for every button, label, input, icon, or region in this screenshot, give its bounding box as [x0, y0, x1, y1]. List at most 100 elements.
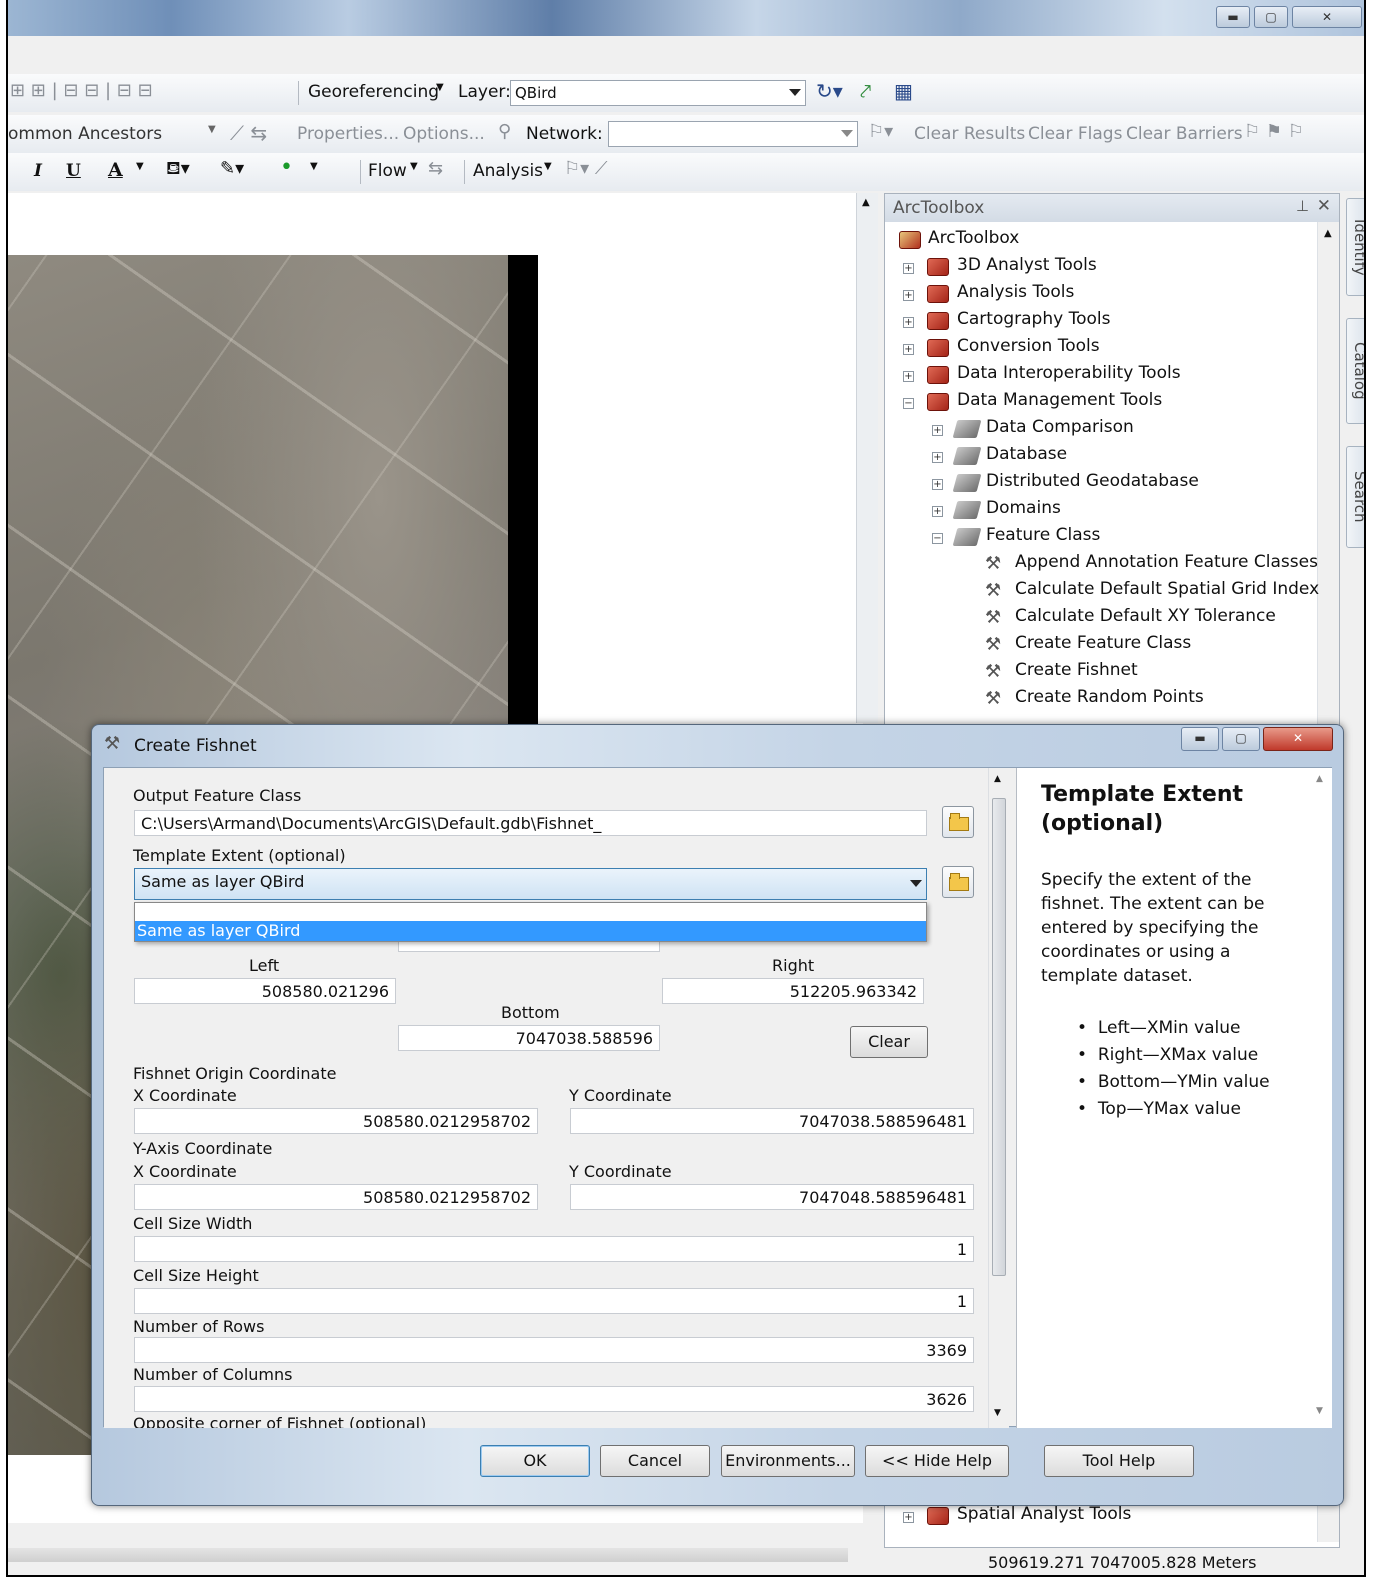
- folder-open-icon[interactable]: [942, 806, 974, 838]
- toolbox-spatial-analyst[interactable]: Spatial Analyst Tools: [957, 1504, 1131, 1524]
- scroll-up-icon[interactable]: ▲: [862, 197, 870, 208]
- tool-append-annotation[interactable]: Append Annotation Feature Classes: [1015, 552, 1318, 572]
- toolbox-conversion[interactable]: Conversion Tools: [957, 336, 1100, 356]
- tool-create-feature-class[interactable]: Create Feature Class: [1015, 633, 1191, 653]
- flag-icon[interactable]: ⚲: [498, 121, 511, 142]
- network-select[interactable]: [608, 121, 858, 147]
- scroll-up-icon[interactable]: ▲: [1324, 228, 1332, 239]
- maximize-button[interactable]: ▢: [1222, 727, 1260, 751]
- maximize-button[interactable]: ▢: [1254, 6, 1288, 28]
- minimize-button[interactable]: ▬: [1181, 727, 1219, 751]
- cancel-button[interactable]: Cancel: [600, 1445, 710, 1477]
- analysis-tools-icon[interactable]: ⚐▾ ⟋: [564, 158, 608, 179]
- expand-icon[interactable]: +: [903, 371, 914, 382]
- clear-extent-button[interactable]: Clear: [850, 1026, 928, 1058]
- collapse-icon[interactable]: −: [903, 398, 914, 409]
- folder-open-icon[interactable]: [942, 866, 974, 898]
- flow-arrows-icon[interactable]: ⇆: [428, 158, 443, 179]
- toolset-database[interactable]: Database: [986, 444, 1067, 464]
- tool-create-random-points[interactable]: Create Random Points: [1015, 687, 1204, 707]
- flow-menu[interactable]: Flow: [368, 161, 407, 181]
- grid-icons[interactable]: ⊞ ⊞ | ⊟ ⊟ | ⊟ ⊟: [10, 80, 153, 101]
- toolbox-analysis[interactable]: Analysis Tools: [957, 282, 1074, 302]
- toolset-feature-class[interactable]: Feature Class: [986, 525, 1100, 545]
- font-color-button[interactable]: A: [108, 159, 123, 181]
- map-scrollbar[interactable]: ▲: [856, 193, 878, 723]
- left-input[interactable]: 508580.021296: [134, 978, 396, 1004]
- yaxis-y-input[interactable]: 7047048.588596481: [570, 1184, 974, 1210]
- expand-icon[interactable]: +: [903, 317, 914, 328]
- trace-icon[interactable]: ⚐▾: [868, 121, 893, 142]
- fill-color-icon[interactable]: ⛾▾: [166, 158, 190, 182]
- pin-icon[interactable]: ⊥: [1296, 197, 1309, 215]
- toolset-data-comparison[interactable]: Data Comparison: [986, 417, 1134, 437]
- dropdown-option[interactable]: Same as layer QBird: [135, 921, 926, 941]
- toolset-distributed-geodatabase[interactable]: Distributed Geodatabase: [986, 471, 1199, 491]
- toolbox-3d-analyst[interactable]: 3D Analyst Tools: [957, 255, 1097, 275]
- search-tab[interactable]: Search: [1346, 446, 1364, 548]
- catalog-tab[interactable]: Catalog: [1346, 318, 1364, 424]
- tool-calc-spatial-grid[interactable]: Calculate Default Spatial Grid Index: [1015, 579, 1319, 599]
- number-of-rows-input[interactable]: 3369: [134, 1337, 974, 1363]
- layer-select[interactable]: QBird: [510, 80, 806, 106]
- georeferencing-menu[interactable]: Georeferencing: [308, 82, 439, 102]
- close-icon[interactable]: ✕: [1317, 196, 1331, 216]
- toolbox-data-interoperability[interactable]: Data Interoperability Tools: [957, 363, 1181, 383]
- origin-x-input[interactable]: 508580.0212958702: [134, 1108, 538, 1134]
- expand-icon[interactable]: +: [932, 425, 943, 436]
- scroll-up-icon[interactable]: ▲: [1316, 774, 1323, 784]
- common-ancestors-label[interactable]: ommon Ancestors: [8, 124, 162, 144]
- solve-icon[interactable]: ⚐ ⚑ ⚐: [1244, 121, 1304, 142]
- toolset-domains[interactable]: Domains: [986, 498, 1061, 518]
- cell-size-height-input[interactable]: 1: [134, 1288, 974, 1314]
- collapse-icon[interactable]: −: [932, 533, 943, 544]
- tool-create-fishnet[interactable]: Create Fishnet: [1015, 660, 1138, 680]
- expand-icon[interactable]: +: [903, 263, 914, 274]
- toolbox-data-management[interactable]: Data Management Tools: [957, 390, 1162, 410]
- help-scrollbar[interactable]: ▲ ▼: [1311, 768, 1331, 1426]
- tool-help-button[interactable]: Tool Help: [1044, 1445, 1194, 1477]
- clear-flags-button[interactable]: Clear Flags: [1028, 124, 1122, 144]
- origin-y-input[interactable]: 7047038.588596481: [570, 1108, 974, 1134]
- expand-icon[interactable]: +: [932, 479, 943, 490]
- expand-icon[interactable]: +: [932, 506, 943, 517]
- link-table-icon[interactable]: ▦: [894, 79, 913, 103]
- clear-barriers-button[interactable]: Clear Barriers: [1126, 124, 1243, 144]
- right-input[interactable]: 512205.963342: [662, 978, 924, 1004]
- output-feature-class-input[interactable]: C:\Users\Armand\Documents\ArcGIS\Default…: [134, 810, 927, 836]
- cell-size-width-input[interactable]: 1: [134, 1236, 974, 1262]
- template-extent-select[interactable]: Same as layer QBird: [134, 868, 927, 900]
- rotate-icon[interactable]: ↻▾: [816, 79, 843, 103]
- add-control-points-icon[interactable]: ⤤: [860, 79, 871, 103]
- italic-button[interactable]: I: [34, 161, 42, 181]
- form-scrollbar[interactable]: ▲ ▼: [988, 768, 1008, 1428]
- options-button[interactable]: Options...: [403, 124, 485, 144]
- yaxis-x-input[interactable]: 508580.0212958702: [134, 1184, 538, 1210]
- tool-calc-xy-tolerance[interactable]: Calculate Default XY Tolerance: [1015, 606, 1276, 626]
- scroll-down-icon[interactable]: ▼: [994, 1408, 1001, 1418]
- scroll-down-icon[interactable]: ▼: [1316, 1406, 1323, 1416]
- identify-tab[interactable]: Identify: [1346, 198, 1364, 296]
- expand-icon[interactable]: +: [932, 452, 943, 463]
- underline-button[interactable]: U: [66, 161, 81, 181]
- expand-icon[interactable]: +: [903, 290, 914, 301]
- bottom-input[interactable]: 7047038.588596: [398, 1025, 660, 1051]
- tree-root[interactable]: ArcToolbox: [928, 228, 1019, 248]
- analysis-menu[interactable]: Analysis: [473, 161, 543, 181]
- horizontal-scrollbar[interactable]: [8, 1548, 848, 1562]
- environments-button[interactable]: Environments...: [721, 1445, 855, 1477]
- marker-color-icon[interactable]: •: [280, 155, 293, 180]
- edit-icon[interactable]: ⟋ ⇆: [230, 121, 267, 145]
- toolbox-cartography[interactable]: Cartography Tools: [957, 309, 1110, 329]
- clear-results-button[interactable]: Clear Results: [914, 124, 1025, 144]
- scrollbar-thumb[interactable]: [992, 798, 1006, 1276]
- line-color-icon[interactable]: ✎▾: [220, 158, 244, 179]
- expand-icon[interactable]: +: [903, 1512, 914, 1523]
- minimize-button[interactable]: ▬: [1216, 6, 1250, 28]
- scroll-up-icon[interactable]: ▲: [994, 774, 1001, 784]
- number-of-columns-input[interactable]: 3626: [134, 1386, 974, 1412]
- expand-icon[interactable]: +: [903, 344, 914, 355]
- close-button[interactable]: ✕: [1292, 6, 1362, 28]
- close-button[interactable]: ✕: [1263, 727, 1333, 751]
- properties-button[interactable]: Properties...: [297, 124, 399, 144]
